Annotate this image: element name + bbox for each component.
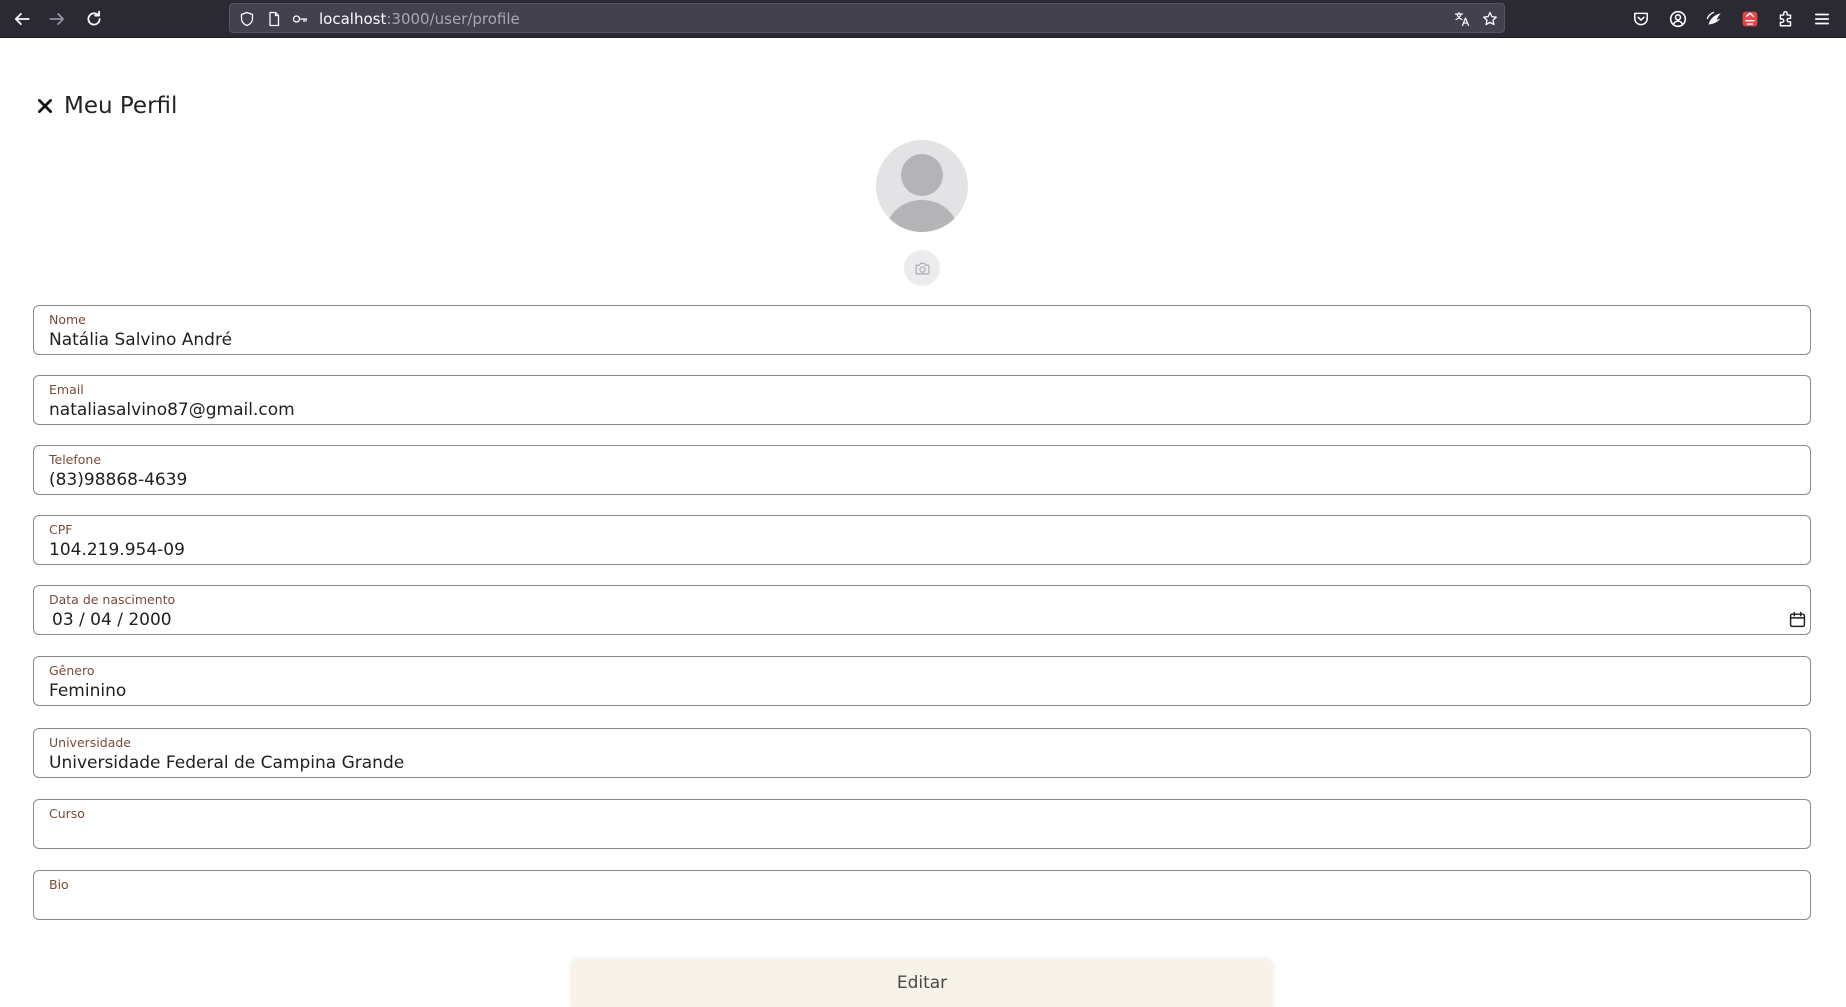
page-info-icon[interactable] [265,10,283,28]
forward-arrow-icon[interactable] [44,6,70,32]
browser-toolbar: localhost:3000/user/profile [0,0,1846,38]
page-title: Meu Perfil [64,93,178,119]
universidade-input[interactable]: Universidade Federal de Campina Grande [49,753,1760,773]
key-icon[interactable] [291,10,309,28]
bio-label: Bio [49,877,69,892]
reload-icon[interactable] [81,6,107,32]
camera-icon [914,262,930,274]
genero-field[interactable]: Gênero Feminino [33,656,1811,706]
translate-icon[interactable] [1453,10,1471,28]
page-header: Meu Perfil [34,92,177,120]
email-field[interactable]: Email nataliasalvino87@gmail.com [33,375,1811,425]
cpf-label: CPF [49,522,73,537]
calendar-icon[interactable] [1786,608,1808,630]
email-label: Email [49,382,84,397]
nome-input[interactable]: Natália Salvino André [49,330,1760,350]
close-icon[interactable] [34,95,56,117]
telefone-field[interactable]: Telefone (83)98868-4639 [33,445,1811,495]
nascimento-field[interactable]: Data de nascimento 03 / 04 / 2000 [33,585,1811,635]
telefone-input[interactable]: (83)98868-4639 [49,470,1760,490]
curso-field[interactable]: Curso [33,799,1811,849]
red-extension-icon[interactable] [1738,7,1762,31]
url-host: localhost [319,10,387,28]
curso-label: Curso [49,806,85,821]
edit-button[interactable]: Editar [571,959,1273,1007]
url-text[interactable]: localhost:3000/user/profile [319,10,520,28]
universidade-field[interactable]: Universidade Universidade Federal de Cam… [33,728,1811,778]
genero-label: Gênero [49,663,95,678]
tracking-shield-icon[interactable] [238,10,256,28]
account-icon[interactable] [1666,7,1690,31]
avatar [876,140,968,232]
bio-field[interactable]: Bio [33,870,1811,920]
puzzle-icon[interactable] [1774,7,1798,31]
back-arrow-icon[interactable] [9,6,35,32]
universidade-label: Universidade [49,735,131,750]
nascimento-label: Data de nascimento [49,592,176,607]
star-icon[interactable] [1481,10,1499,28]
telefone-label: Telefone [49,452,102,467]
nome-field[interactable]: Nome Natália Salvino André [33,305,1811,355]
nascimento-input[interactable]: 03 / 04 / 2000 [52,610,1760,630]
pocket-icon[interactable] [1629,7,1653,31]
email-input[interactable]: nataliasalvino87@gmail.com [49,400,1760,420]
cpf-field[interactable]: CPF 104.219.954-09 [33,515,1811,565]
hamburger-menu-icon[interactable] [1810,7,1834,31]
cpf-input[interactable]: 104.219.954-09 [49,540,1760,560]
url-bar[interactable]: localhost:3000/user/profile [229,3,1505,33]
user-placeholder-icon [886,154,958,232]
nome-label: Nome [49,312,86,327]
url-path: :3000/user/profile [386,10,520,28]
change-photo-button[interactable] [904,250,940,286]
paw-extension-icon[interactable] [1702,7,1726,31]
genero-input[interactable]: Feminino [49,681,1760,701]
